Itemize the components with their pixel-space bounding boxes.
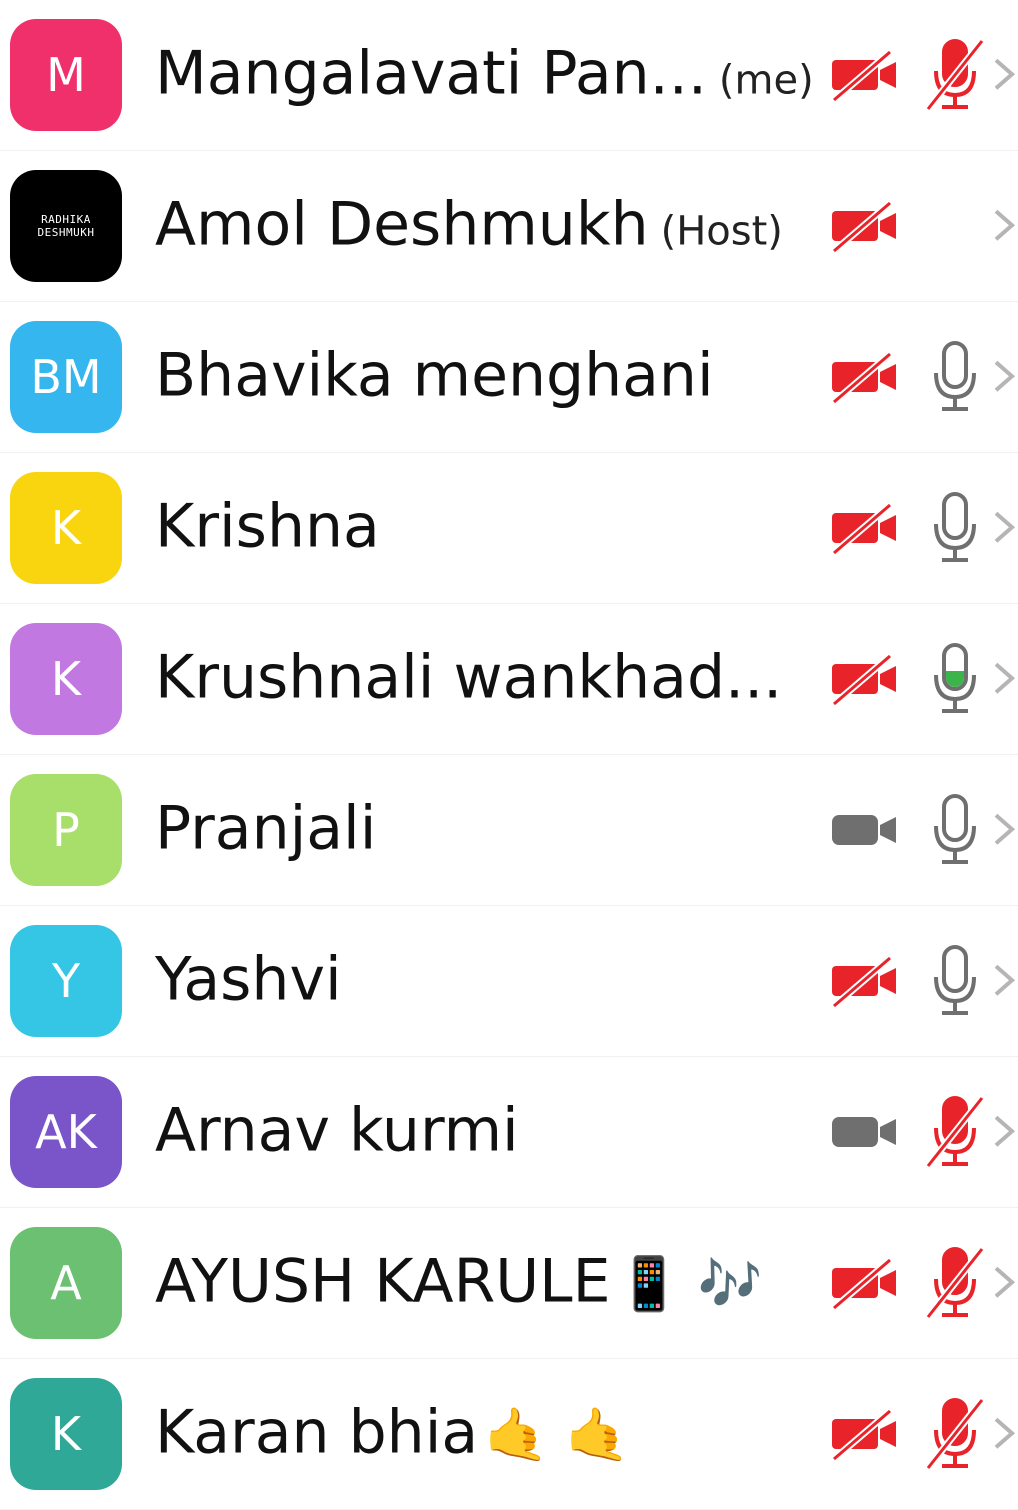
- video-off-icon: [828, 952, 902, 1010]
- mic-muted-icon: [922, 1396, 988, 1472]
- mic-muted-icon: [922, 37, 988, 113]
- avatar: M: [10, 19, 122, 131]
- participant-row[interactable]: K Krishna: [0, 453, 1018, 604]
- participant-name: Krushnali wankhad...: [155, 642, 783, 713]
- avatar: P: [10, 774, 122, 886]
- avatar-initials: Y: [51, 954, 81, 1008]
- avatar: A: [10, 1227, 122, 1339]
- participant-name-line: Krushnali wankhad...: [155, 643, 782, 713]
- avatar-initials: BM: [30, 350, 102, 404]
- avatar-initials: K: [50, 501, 82, 555]
- avatar: AK: [10, 1076, 122, 1188]
- participant-name: Pranjali: [155, 793, 377, 864]
- mic-icon: [922, 792, 988, 868]
- mic-muted-icon: [922, 1245, 988, 1321]
- participant-name-line: Krishna: [155, 492, 380, 562]
- avatar-initials: RADHIKA DESHMUKH: [37, 213, 95, 239]
- avatar-initials: A: [50, 1256, 82, 1310]
- participant-row[interactable]: Y Yashvi: [0, 906, 1018, 1057]
- chevron-right-icon[interactable]: [990, 356, 1018, 396]
- chevron-right-icon[interactable]: [990, 1262, 1018, 1302]
- video-off-icon: [828, 348, 902, 406]
- mic-icon: [922, 943, 988, 1019]
- avatar: K: [10, 472, 122, 584]
- mic-icon: [922, 641, 988, 717]
- chevron-right-icon[interactable]: [990, 507, 1018, 547]
- video-off-icon: [828, 1405, 902, 1463]
- participant-row[interactable]: A AYUSH KARULE 📱 🎶: [0, 1208, 1018, 1359]
- participant-name: AYUSH KARULE: [155, 1246, 611, 1317]
- participant-name-line: Pranjali: [155, 794, 376, 864]
- participant-name-line: Amol Deshmukh (Host): [155, 190, 783, 260]
- participant-row[interactable]: P Pranjali: [0, 755, 1018, 906]
- mic-icon: [922, 490, 988, 566]
- chevron-right-icon[interactable]: [990, 205, 1018, 245]
- mic-muted-icon: [922, 1094, 988, 1170]
- avatar: RADHIKA DESHMUKH: [10, 170, 122, 282]
- name-emoji: 📱 🎶: [616, 1254, 763, 1315]
- participant-row[interactable]: K Krushnali wankhad...: [0, 604, 1018, 755]
- participant-row[interactable]: BM Bhavika menghani: [0, 302, 1018, 453]
- participant-row[interactable]: K Karan bhia 🤙 🤙: [0, 1359, 1018, 1510]
- participant-row[interactable]: RADHIKA DESHMUKH Amol Deshmukh (Host): [0, 151, 1018, 302]
- video-off-icon: [828, 1254, 902, 1312]
- avatar: BM: [10, 321, 122, 433]
- participant-name-line: AYUSH KARULE 📱 🎶: [155, 1247, 763, 1317]
- video-off-icon: [828, 499, 902, 557]
- avatar: Y: [10, 925, 122, 1037]
- video-icon: [828, 801, 902, 859]
- participant-name: Krishna: [155, 491, 380, 562]
- avatar-initials: K: [50, 1407, 82, 1461]
- participant-name-line: Karan bhia 🤙 🤙: [155, 1398, 630, 1468]
- video-off-icon: [828, 46, 902, 104]
- participants-list: M Mangalavati Pan... (me) RADHIKA DESHMUKH…: [0, 0, 1018, 1510]
- avatar: K: [10, 623, 122, 735]
- participant-name: Karan bhia: [155, 1397, 479, 1468]
- participant-name-line: Arnav kurmi: [155, 1096, 519, 1166]
- participant-name: Arnav kurmi: [155, 1095, 519, 1166]
- participant-row[interactable]: AK Arnav kurmi: [0, 1057, 1018, 1208]
- name-emoji: 🤙 🤙: [484, 1405, 631, 1466]
- avatar: K: [10, 1378, 122, 1490]
- participant-name-line: Yashvi: [155, 945, 342, 1015]
- video-icon: [828, 1103, 902, 1161]
- participant-row[interactable]: M Mangalavati Pan... (me): [0, 0, 1018, 151]
- participant-name: Amol Deshmukh: [155, 189, 649, 260]
- mic-icon: [922, 339, 988, 415]
- avatar-initials: AK: [35, 1105, 97, 1159]
- participant-name-line: Bhavika menghani: [155, 341, 714, 411]
- chevron-right-icon[interactable]: [990, 809, 1018, 849]
- video-off-icon: [828, 197, 902, 255]
- chevron-right-icon[interactable]: [990, 658, 1018, 698]
- chevron-right-icon[interactable]: [990, 1111, 1018, 1151]
- chevron-right-icon[interactable]: [990, 54, 1018, 94]
- role-tag: (me): [718, 57, 814, 104]
- avatar-initials: K: [50, 652, 82, 706]
- participant-name: Mangalavati Pan...: [155, 38, 707, 109]
- avatar-initials: P: [52, 803, 80, 857]
- chevron-right-icon[interactable]: [990, 960, 1018, 1000]
- role-tag: (Host): [660, 208, 783, 255]
- participant-name: Bhavika menghani: [155, 340, 714, 411]
- chevron-right-icon[interactable]: [990, 1413, 1018, 1453]
- video-off-icon: [828, 650, 902, 708]
- participant-name-line: Mangalavati Pan... (me): [155, 39, 814, 109]
- participant-name: Yashvi: [155, 944, 342, 1015]
- avatar-initials: M: [46, 48, 86, 102]
